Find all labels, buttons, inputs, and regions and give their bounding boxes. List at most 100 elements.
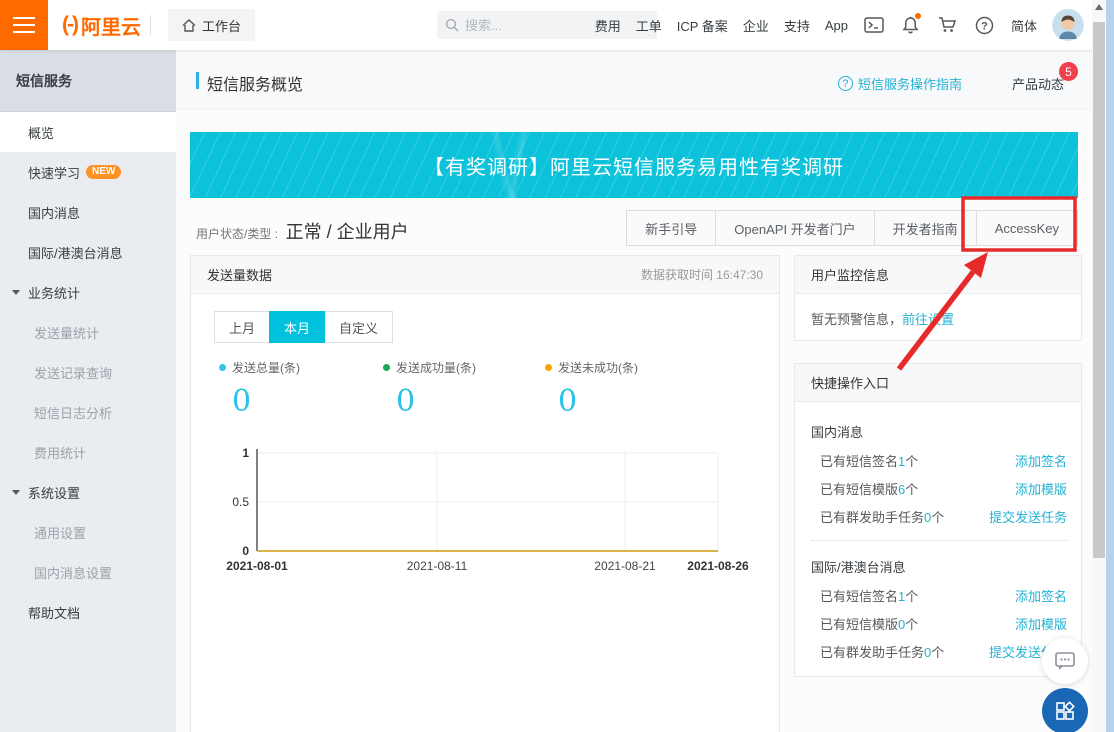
developer-guide-button[interactable]: 开发者指南 <box>874 210 977 246</box>
sidebar-item-label: 发送量统计 <box>34 323 99 342</box>
sidebar-item-intl-message[interactable]: 国际/港澳台消息 <box>0 232 176 272</box>
sidebar-item-domestic-message[interactable]: 国内消息 <box>0 192 176 232</box>
sidebar-item-label: 系统设置 <box>28 483 80 502</box>
sidebar-group-business-stats[interactable]: 业务统计 <box>0 272 176 312</box>
nav-link-icp[interactable]: ICP 备案 <box>677 16 728 35</box>
app-root: (-) 阿里云 工作台 费用 工单 ICP 备案 企业 支持 App <box>0 0 1114 732</box>
scroll-up-arrow-icon[interactable] <box>1095 4 1103 10</box>
newbie-guide-button[interactable]: 新手引导 <box>626 210 716 246</box>
stat-label: 发送总量(条) <box>232 361 300 375</box>
section-intl-title: 国际/港澳台消息 <box>811 557 1067 576</box>
banner-text: 【有奖调研】阿里云短信服务易用性有奖调研 <box>424 151 844 180</box>
row-label: 已有短信模版 <box>820 482 898 497</box>
x-tick-0801: 2021-08-01 <box>226 559 288 573</box>
browser-scrollbar[interactable] <box>1092 0 1106 732</box>
tab-last-month[interactable]: 上月 <box>214 311 270 343</box>
grid-squares-icon <box>1054 700 1076 722</box>
workbench-button[interactable]: 工作台 <box>168 9 255 41</box>
y-tick-05: 0.5 <box>232 495 249 509</box>
add-signature-link[interactable]: 添加签名 <box>1015 586 1067 605</box>
question-circle-icon: ? <box>838 76 853 91</box>
quick-row-domestic-template: 已有短信模版6个 添加模版 <box>811 479 1067 498</box>
nav-divider <box>150 15 151 35</box>
tab-this-month[interactable]: 本月 <box>269 311 325 343</box>
home-icon <box>182 19 196 32</box>
top-navbar: (-) 阿里云 工作台 费用 工单 ICP 备案 企业 支持 App <box>0 0 1114 50</box>
sidebar-item-domestic-msg-settings[interactable]: 国内消息设置 <box>0 552 176 592</box>
add-signature-link[interactable]: 添加签名 <box>1015 451 1067 470</box>
nav-link-tickets[interactable]: 工单 <box>636 16 662 35</box>
sms-guide-link[interactable]: ? 短信服务操作指南 <box>838 74 962 93</box>
period-tabs: 上月 本月 自定义 <box>215 311 393 343</box>
notifications-bell-icon[interactable] <box>900 14 922 36</box>
sidebar-item-label: 通用设置 <box>34 523 86 542</box>
window-edge-strip <box>1106 0 1114 732</box>
aliyun-logo[interactable]: (-) 阿里云 <box>62 0 141 50</box>
stat-value: 0 <box>396 384 553 419</box>
add-template-link[interactable]: 添加模版 <box>1015 479 1067 498</box>
accesskey-button[interactable]: AccessKey <box>976 210 1078 246</box>
notification-dot <box>915 13 921 19</box>
guide-link-label: 短信服务操作指南 <box>858 74 962 93</box>
sidebar-item-label: 短信日志分析 <box>34 403 112 422</box>
sidebar-item-general-settings[interactable]: 通用设置 <box>0 512 176 552</box>
user-status: 用户状态/类型 : 正常 / 企业用户 <box>196 218 409 244</box>
sidebar-item-label: 国内消息设置 <box>34 563 112 582</box>
monitor-card-header: 用户监控信息 <box>795 256 1081 294</box>
quick-row-intl-batch-task: 已有群发助手任务0个 提交发送任务 <box>811 642 1067 661</box>
sidebar-item-label: 国内消息 <box>28 203 80 222</box>
sidebar-item-help-docs[interactable]: 帮助文档 <box>0 592 176 632</box>
nav-link-app[interactable]: App <box>825 18 848 33</box>
quick-actions-card: 快捷操作入口 国内消息 已有短信签名1个 添加签名 已有短信模版6个 添加模版 … <box>794 363 1082 677</box>
send-volume-chart: 1 0.5 0 2021-08-01 2021-08-11 2021-08-21… <box>191 441 781 581</box>
sidebar-item-label: 业务统计 <box>28 283 80 302</box>
x-tick-0811: 2021-08-11 <box>407 559 468 573</box>
stat-value: 0 <box>232 384 389 419</box>
aliyun-logo-text: 阿里云 <box>81 11 141 40</box>
stat-label: 发送未成功(条) <box>558 361 638 375</box>
add-template-link[interactable]: 添加模版 <box>1015 614 1067 633</box>
row-suffix: 个 <box>905 617 918 632</box>
row-suffix: 个 <box>931 510 944 525</box>
sidebar-item-overview[interactable]: 概览 <box>0 112 176 152</box>
sidebar-item-label: 国际/港澳台消息 <box>28 243 123 262</box>
quick-apps-button[interactable] <box>1042 688 1088 732</box>
chat-support-button[interactable] <box>1042 638 1088 684</box>
sidebar-item-cost-stats[interactable]: 费用统计 <box>0 432 176 472</box>
workbench-label: 工作台 <box>202 16 241 35</box>
chat-bubble-icon <box>1054 651 1076 671</box>
submit-send-task-link[interactable]: 提交发送任务 <box>989 507 1067 526</box>
caret-down-icon <box>12 290 20 295</box>
sidebar-item-quick-learn[interactable]: 快速学习 NEW <box>0 152 176 192</box>
row-label: 已有短信签名 <box>820 589 898 604</box>
tab-custom[interactable]: 自定义 <box>324 311 393 343</box>
locale-switch[interactable]: 简体 <box>1011 16 1037 35</box>
green-dot-icon <box>383 364 390 371</box>
sidebar-item-label: 快速学习 <box>28 163 80 182</box>
console-icon[interactable] <box>863 14 885 36</box>
new-badge: NEW <box>86 165 121 179</box>
sidebar-item-send-volume-stats[interactable]: 发送量统计 <box>0 312 176 352</box>
status-value: 正常 / 企业用户 <box>286 222 409 242</box>
sidebar-item-send-record-query[interactable]: 发送记录查询 <box>0 352 176 392</box>
user-avatar[interactable] <box>1052 9 1084 41</box>
product-news-link[interactable]: 产品动态 <box>1012 74 1064 93</box>
nav-link-support[interactable]: 支持 <box>784 16 810 35</box>
row-suffix: 个 <box>905 482 918 497</box>
sidebar-item-sms-log-analysis[interactable]: 短信日志分析 <box>0 392 176 432</box>
help-icon[interactable]: ? <box>974 14 996 36</box>
hamburger-menu-icon[interactable] <box>0 0 48 50</box>
openapi-portal-button[interactable]: OpenAPI 开发者门户 <box>715 210 874 246</box>
row-label: 已有短信签名 <box>820 454 898 469</box>
stat-value: 0 <box>558 384 715 419</box>
nav-link-billing[interactable]: 费用 <box>595 16 621 35</box>
cart-icon[interactable] <box>937 14 959 36</box>
sidebar-group-system-settings[interactable]: 系统设置 <box>0 472 176 512</box>
nav-link-enterprise[interactable]: 企业 <box>743 16 769 35</box>
send-volume-title: 发送量数据 <box>207 265 272 284</box>
survey-banner[interactable]: 【有奖调研】阿里云短信服务易用性有奖调研 <box>190 132 1078 198</box>
row-label: 已有群发助手任务 <box>820 645 924 660</box>
title-accent-bar <box>196 72 199 89</box>
go-to-settings-link[interactable]: 前往设置 <box>902 312 954 327</box>
scrollbar-thumb[interactable] <box>1093 22 1105 558</box>
